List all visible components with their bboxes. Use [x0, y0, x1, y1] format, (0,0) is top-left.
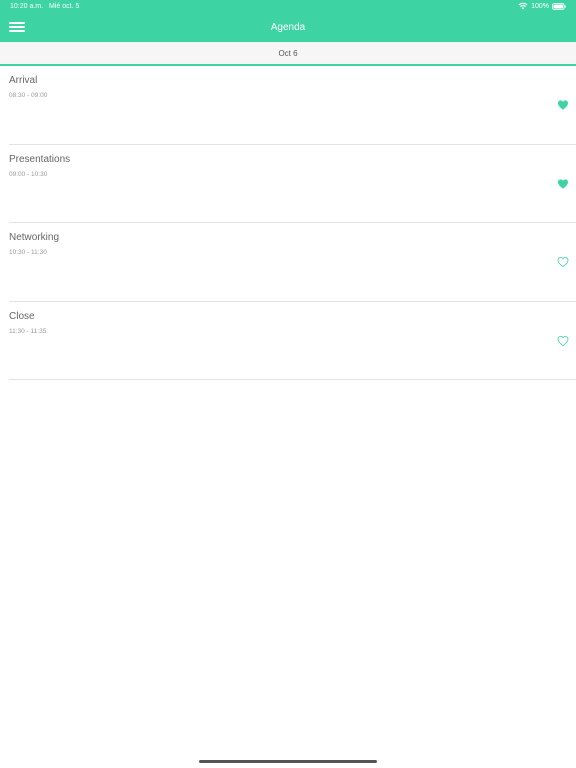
heart-icon[interactable]: [557, 99, 569, 111]
agenda-item-title: Presentations: [9, 153, 71, 165]
tab-oct-6[interactable]: Oct 6: [0, 49, 576, 58]
status-date: Mié oct. 5: [49, 3, 80, 10]
agenda-item-time: 11:30 - 11:35: [9, 327, 47, 335]
date-tab-bar: Oct 6: [0, 42, 576, 66]
agenda-item[interactable]: Close 11:30 - 11:35: [9, 302, 576, 381]
agenda-item-time: 10:30 - 11:30: [9, 249, 47, 257]
battery-icon: [552, 2, 566, 10]
battery-percent: 100%: [531, 2, 549, 10]
heart-outline-icon[interactable]: [557, 256, 569, 268]
agenda-item[interactable]: Arrival 08:30 - 09:00: [9, 66, 576, 145]
agenda-item-title: Close: [9, 310, 35, 322]
heart-icon[interactable]: [557, 178, 569, 190]
app-header: 10:20 a.m. Mié oct. 5 100% Agenda: [0, 0, 576, 42]
nav-bar: Agenda: [0, 14, 576, 42]
heart-outline-icon[interactable]: [557, 335, 569, 347]
status-time: 10:20 a.m.: [10, 3, 44, 10]
agenda-item[interactable]: Presentations 09:00 - 10:30: [9, 145, 576, 224]
wifi-icon: [518, 2, 528, 10]
page-title: Agenda: [270, 22, 306, 33]
agenda-list: Arrival 08:30 - 09:00 Presentations 09:0…: [0, 66, 576, 381]
status-indicators: 100%: [518, 2, 566, 10]
agenda-item-title: Networking: [9, 232, 60, 244]
agenda-item-title: Arrival: [9, 75, 38, 86]
status-bar: 10:20 a.m. Mié oct. 5 100%: [0, 0, 576, 14]
home-indicator[interactable]: [199, 760, 377, 763]
agenda-item-time: 08:30 - 09:00: [9, 92, 48, 99]
agenda-item[interactable]: Networking 10:30 - 11:30: [9, 223, 576, 302]
agenda-item-time: 09:00 - 10:30: [9, 170, 48, 178]
